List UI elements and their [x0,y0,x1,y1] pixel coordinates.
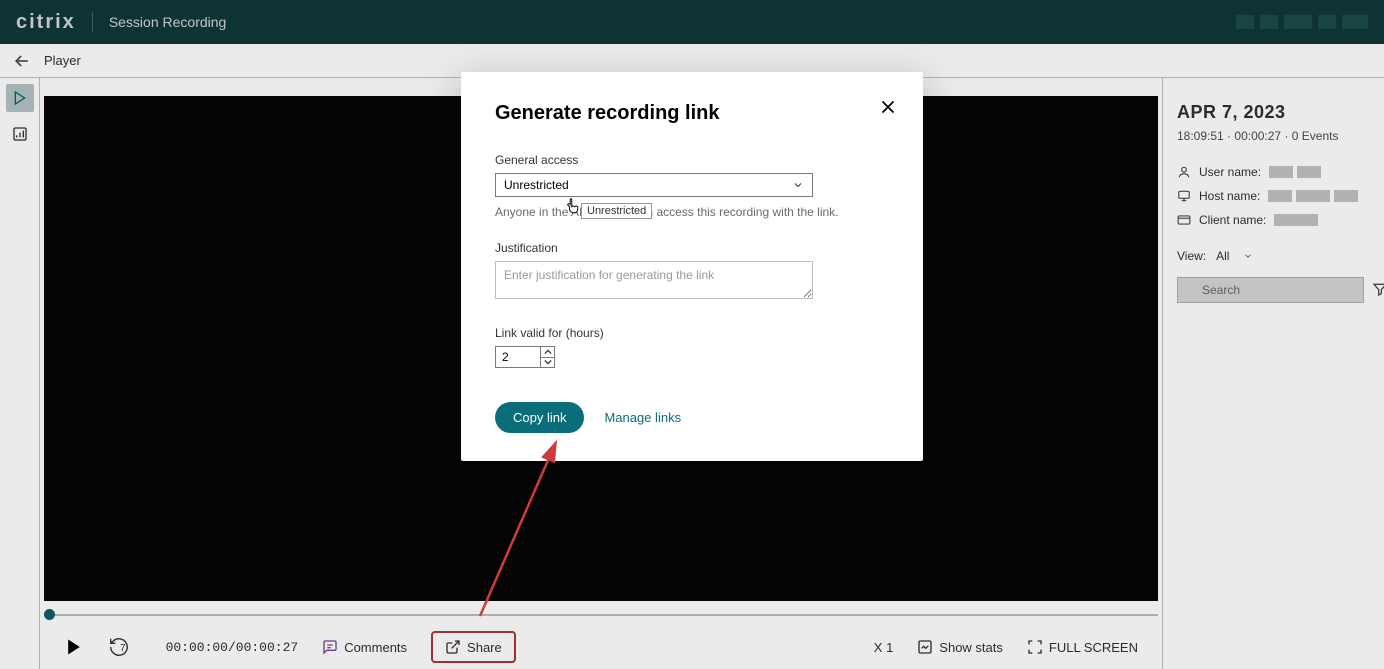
manage-links-link[interactable]: Manage links [604,410,681,425]
comments-button[interactable]: Comments [322,639,407,655]
seek-bar[interactable] [44,605,1158,625]
valid-hours-input[interactable] [496,347,540,367]
modal-title: Generate recording link [495,102,889,125]
stepper-up[interactable] [541,347,554,358]
left-rail [0,78,40,669]
access-value: Unrestricted [504,178,569,192]
chevron-down-icon [1243,251,1253,261]
user-icon [1177,165,1191,179]
generate-link-modal: Generate recording link General access U… [461,72,923,461]
client-icon [1177,213,1191,227]
play-button[interactable] [64,637,84,657]
fullscreen-icon [1027,639,1043,655]
filter-button[interactable] [1372,281,1384,299]
details-sidebar: APR 7, 2023 18:09:51 · 00:00:27 · 0 Even… [1162,78,1384,669]
access-helper: Anyone in the AD domain can access this … [495,205,889,219]
rewind-seconds: 7 [120,643,126,654]
fullscreen-label: FULL SCREEN [1049,640,1138,655]
view-select[interactable]: All [1216,249,1253,263]
header-divider [92,12,93,32]
search-icon [1183,282,1197,299]
share-button[interactable]: Share [431,631,516,663]
chevron-down-icon [792,179,804,191]
access-select[interactable]: Unrestricted Unrestricted [495,173,813,197]
player-controls: 7 00:00:00/00:00:27 Comments Share X 1 S… [44,625,1158,669]
valid-hours-stepper[interactable] [495,346,555,368]
close-button[interactable] [877,96,899,123]
recording-meta: 18:09:51 · 00:00:27 · 0 Events [1177,129,1370,143]
rail-play-button[interactable] [6,84,34,112]
copy-link-button[interactable]: Copy link [495,402,584,433]
client-name-row: Client name: [1177,213,1370,227]
stepper-down[interactable] [541,358,554,368]
timecode: 00:00:00/00:00:27 [166,640,299,655]
host-name-row: Host name: [1177,189,1370,203]
comments-label: Comments [344,640,407,655]
share-icon [445,639,461,655]
share-label: Share [467,640,502,655]
user-name-row: User name: [1177,165,1370,179]
stats-icon [917,639,933,655]
recording-date: APR 7, 2023 [1177,102,1370,123]
citrix-logo: citrix [16,11,76,34]
stats-label: Show stats [939,640,1003,655]
seek-handle[interactable] [44,609,55,620]
view-label: View: [1177,249,1206,263]
header-user-area [1236,15,1368,29]
access-label: General access [495,153,889,167]
back-icon[interactable] [12,51,32,71]
search-input[interactable] [1177,277,1364,303]
speed-button[interactable]: X 1 [874,640,894,655]
justification-input[interactable] [495,261,813,299]
host-icon [1177,189,1191,203]
rail-stats-button[interactable] [6,120,34,148]
rewind-button[interactable]: 7 [108,636,142,658]
fullscreen-button[interactable]: FULL SCREEN [1027,639,1138,655]
stats-button[interactable]: Show stats [917,639,1003,655]
comments-icon [322,639,338,655]
app-title: Session Recording [109,14,227,30]
breadcrumb-label: Player [44,53,81,68]
justification-label: Justification [495,241,889,255]
modal-overlay: Generate recording link General access U… [0,0,1384,669]
valid-label: Link valid for (hours) [495,326,889,340]
app-header: citrix Session Recording [0,0,1384,44]
